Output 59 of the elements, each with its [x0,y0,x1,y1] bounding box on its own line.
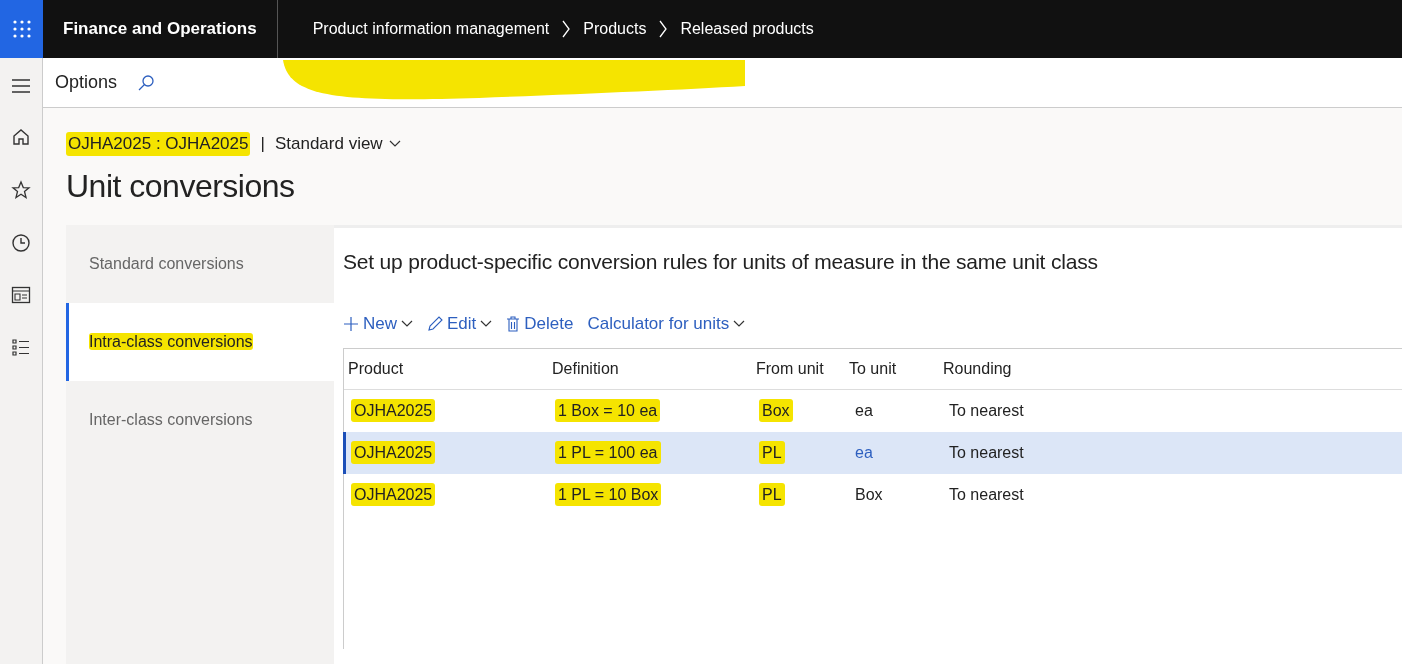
vertical-tab[interactable]: Intra-class conversions [66,303,334,381]
section-heading: Set up product-specific conversion rules for units of measure in the same unit class [343,250,1099,274]
table-row[interactable]: OJHA2025 1 PL = 100 ea PL ea To nearest [343,432,1402,474]
table-cell: OJHA2025 [351,441,436,464]
breadcrumb-link[interactable]: Released products [680,20,814,38]
chevron-down-icon [388,140,401,148]
view-selector[interactable]: Standard view [274,134,401,154]
page-title: Unit conversions [66,168,296,205]
chevron-down-icon [480,320,493,328]
options-button[interactable]: Options [55,72,118,93]
column-header[interactable]: Product [344,360,548,378]
table-cell: Box [759,399,793,422]
table-cell-text: To nearest [948,485,1025,505]
table-cell: OJHA2025 [351,399,436,422]
vertical-tab[interactable]: Inter-class conversions [66,381,334,459]
chevron-right-icon [561,20,572,38]
chevron-down-icon [733,320,746,328]
breadcrumb-link[interactable]: Products [583,20,647,38]
table-cell: PL [759,441,785,464]
toolbar-button[interactable]: Edit [427,314,493,334]
table-cell: 1 PL = 10 Box [555,483,662,506]
tab-label: Inter-class conversions [89,411,253,428]
tab-label: Intra-class conversions [89,333,253,350]
vertical-tab[interactable]: Standard conversions [66,225,334,303]
breadcrumb-link[interactable]: Product information management [312,20,550,38]
table-cell: OJHA2025 [351,483,436,506]
trash-icon [506,316,521,332]
column-header[interactable]: To unit [845,360,939,378]
table-row[interactable]: OJHA2025 1 PL = 10 Box PL Box To nearest [343,474,1402,516]
table-cell-text: Box [854,485,884,505]
chevron-right-icon [658,20,669,38]
table-cell-text: To nearest [948,401,1025,421]
table-cell-text: ea [854,401,874,421]
grid-icon [11,19,32,39]
star-icon[interactable] [11,180,31,200]
tab-label: Standard conversions [89,255,244,272]
list-icon[interactable] [11,337,31,357]
table-cell-text: To nearest [948,443,1025,463]
workspace-icon[interactable] [11,286,31,304]
plus-icon [343,316,359,332]
separator: | [260,134,265,154]
record-title: OJHA2025 : OJHA2025 [66,132,251,156]
chevron-down-icon [401,320,413,328]
pencil-icon [427,316,443,332]
table-cell: PL [759,483,785,506]
table-cell: 1 PL = 100 ea [555,441,661,464]
column-header[interactable]: Definition [548,360,752,378]
toolbar-button[interactable]: Delete [506,314,574,334]
toolbar-button[interactable]: New [343,314,413,334]
menu-icon[interactable] [11,78,31,94]
column-header[interactable]: Rounding [939,360,1139,378]
table-row[interactable]: OJHA2025 1 Box = 10 ea Box ea To nearest [343,390,1402,432]
column-header[interactable]: From unit [752,360,845,378]
search-icon[interactable] [137,73,156,92]
clock-icon[interactable] [11,233,31,253]
table-cell-text: ea [854,443,874,463]
table-cell: 1 Box = 10 ea [555,399,661,422]
home-icon[interactable] [11,127,31,147]
toolbar-button[interactable]: Calculator for units [587,314,746,334]
